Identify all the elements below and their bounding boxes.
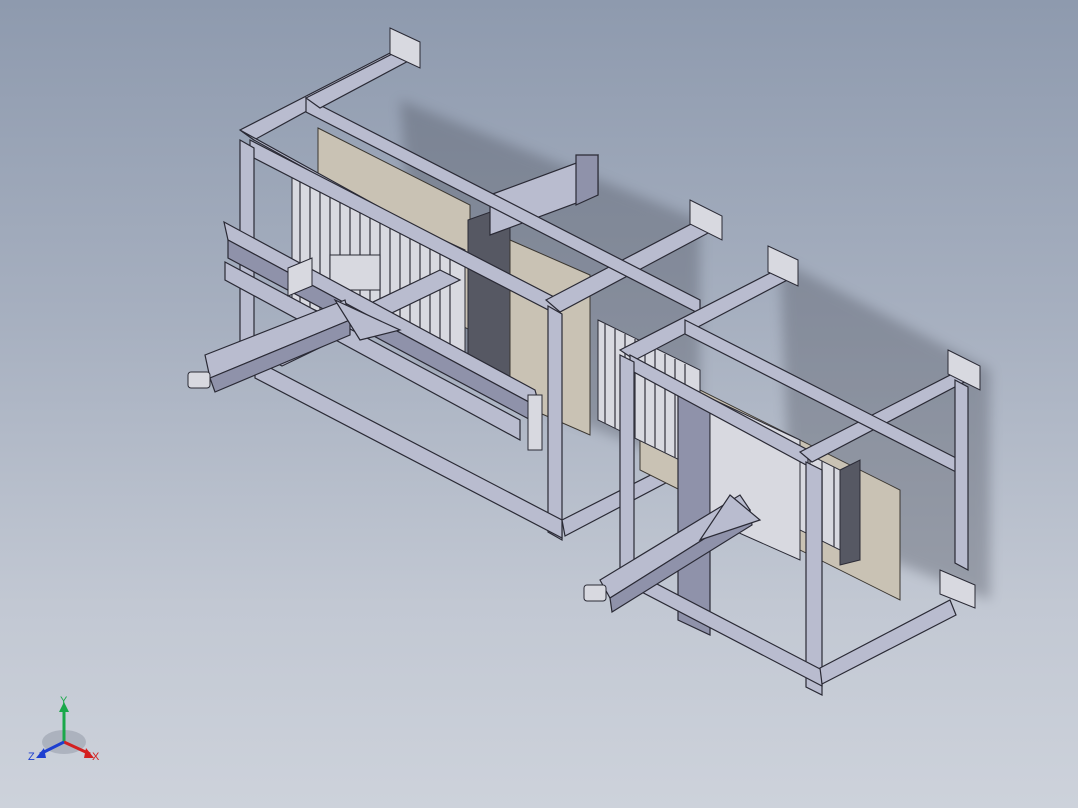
- coordinate-triad[interactable]: Y X Z: [28, 696, 108, 768]
- rail-end-plate: [527, 394, 543, 451]
- x-axis-label: X: [92, 751, 100, 763]
- z-axis-label: Z: [28, 751, 35, 763]
- right-post-3: [954, 378, 969, 572]
- right-post-2: [805, 461, 823, 696]
- right-bottom-bar-right: [819, 599, 957, 685]
- right-actuator-motor: [583, 584, 607, 602]
- right-post-1: [619, 354, 635, 582]
- actuator-motor: [187, 371, 211, 389]
- y-axis-label: Y: [60, 696, 68, 707]
- left-post-2: [547, 304, 563, 542]
- cad-viewport[interactable]: Y X Z: [0, 0, 1078, 808]
- 3d-model-view[interactable]: [0, 0, 1078, 808]
- right-bottom-bar-front: [629, 569, 823, 687]
